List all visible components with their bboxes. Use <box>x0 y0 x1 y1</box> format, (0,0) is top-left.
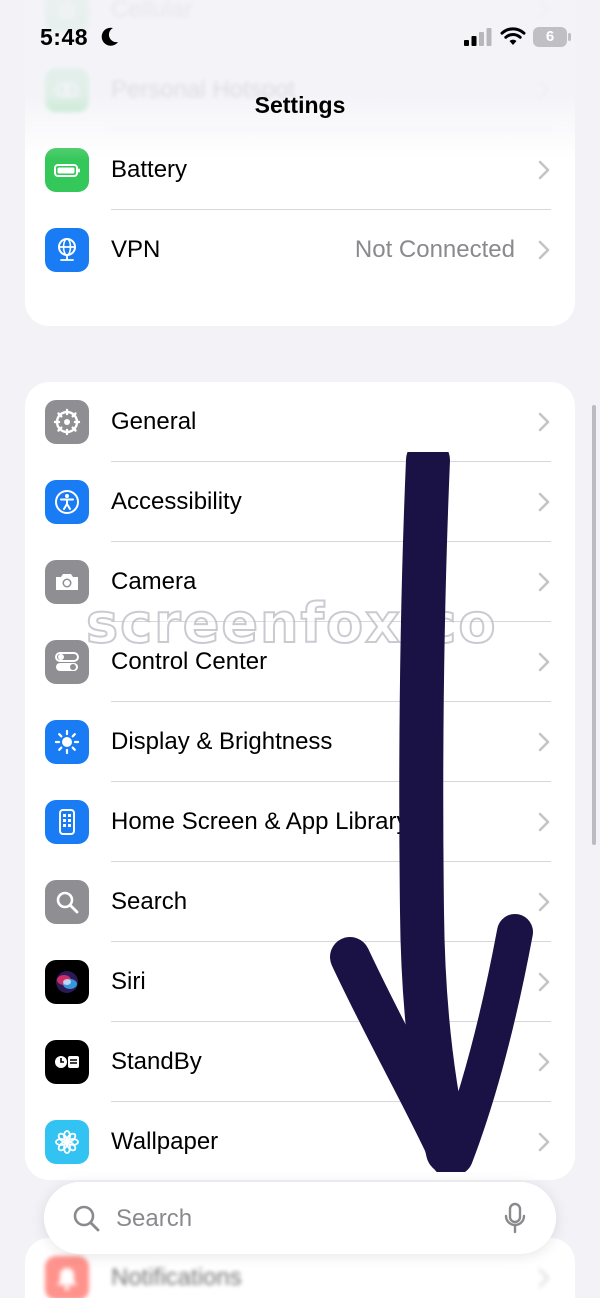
vpn-globe-icon <box>45 228 89 272</box>
flower-icon <box>45 1120 89 1164</box>
chevron-right-icon <box>538 1268 550 1288</box>
toggles-icon <box>45 640 89 684</box>
search-magnifier-icon <box>73 1205 100 1232</box>
vpn-status-value: Not Connected <box>354 236 515 263</box>
wifi-icon <box>500 27 526 45</box>
moon-icon <box>101 27 118 46</box>
settings-row-label: Siri <box>111 968 146 995</box>
battery-level: 6 <box>545 28 555 45</box>
settings-row-label: Accessibility <box>111 488 242 515</box>
gear-icon <box>45 400 89 444</box>
search-input[interactable]: Search <box>116 1205 192 1233</box>
sun-icon <box>45 720 89 764</box>
settings-row-label: Display & Brightness <box>111 728 333 755</box>
chevron-right-icon <box>538 412 550 432</box>
settings-row-label: StandBy <box>111 1048 202 1075</box>
accessibility-icon <box>45 480 89 524</box>
arrow-down-annotation <box>330 452 533 1172</box>
search-icon <box>45 880 89 924</box>
status-bar: 5:48 6 <box>0 0 600 80</box>
settings-row-label: Search <box>111 888 188 915</box>
settings-row-label: Notifications <box>111 1264 242 1291</box>
phone-grid-icon <box>45 800 89 844</box>
settings-row-battery[interactable]: Battery <box>25 130 575 210</box>
status-time: 5:48 <box>40 24 89 50</box>
settings-row-label: General <box>111 408 197 435</box>
camera-icon <box>45 560 89 604</box>
scroll-indicator[interactable] <box>592 405 596 845</box>
settings-row-label: VPN <box>111 236 161 263</box>
siri-icon <box>45 960 89 1004</box>
standby-icon <box>45 1040 89 1084</box>
settings-row-vpn[interactable]: VPN Not Connected <box>25 210 575 290</box>
cellular-signal-icon <box>464 28 492 46</box>
battery-icon <box>45 148 89 192</box>
settings-row-label: Battery <box>111 156 188 183</box>
search-bar[interactable]: Search <box>44 1182 556 1254</box>
microphone-icon[interactable] <box>504 1202 526 1234</box>
chevron-right-icon <box>538 160 550 180</box>
bell-icon <box>45 1256 89 1298</box>
page-title: Settings <box>254 92 346 118</box>
settings-row-general[interactable]: General <box>25 382 575 462</box>
settings-row-label: Wallpaper <box>111 1128 219 1155</box>
chevron-right-icon <box>538 240 550 260</box>
